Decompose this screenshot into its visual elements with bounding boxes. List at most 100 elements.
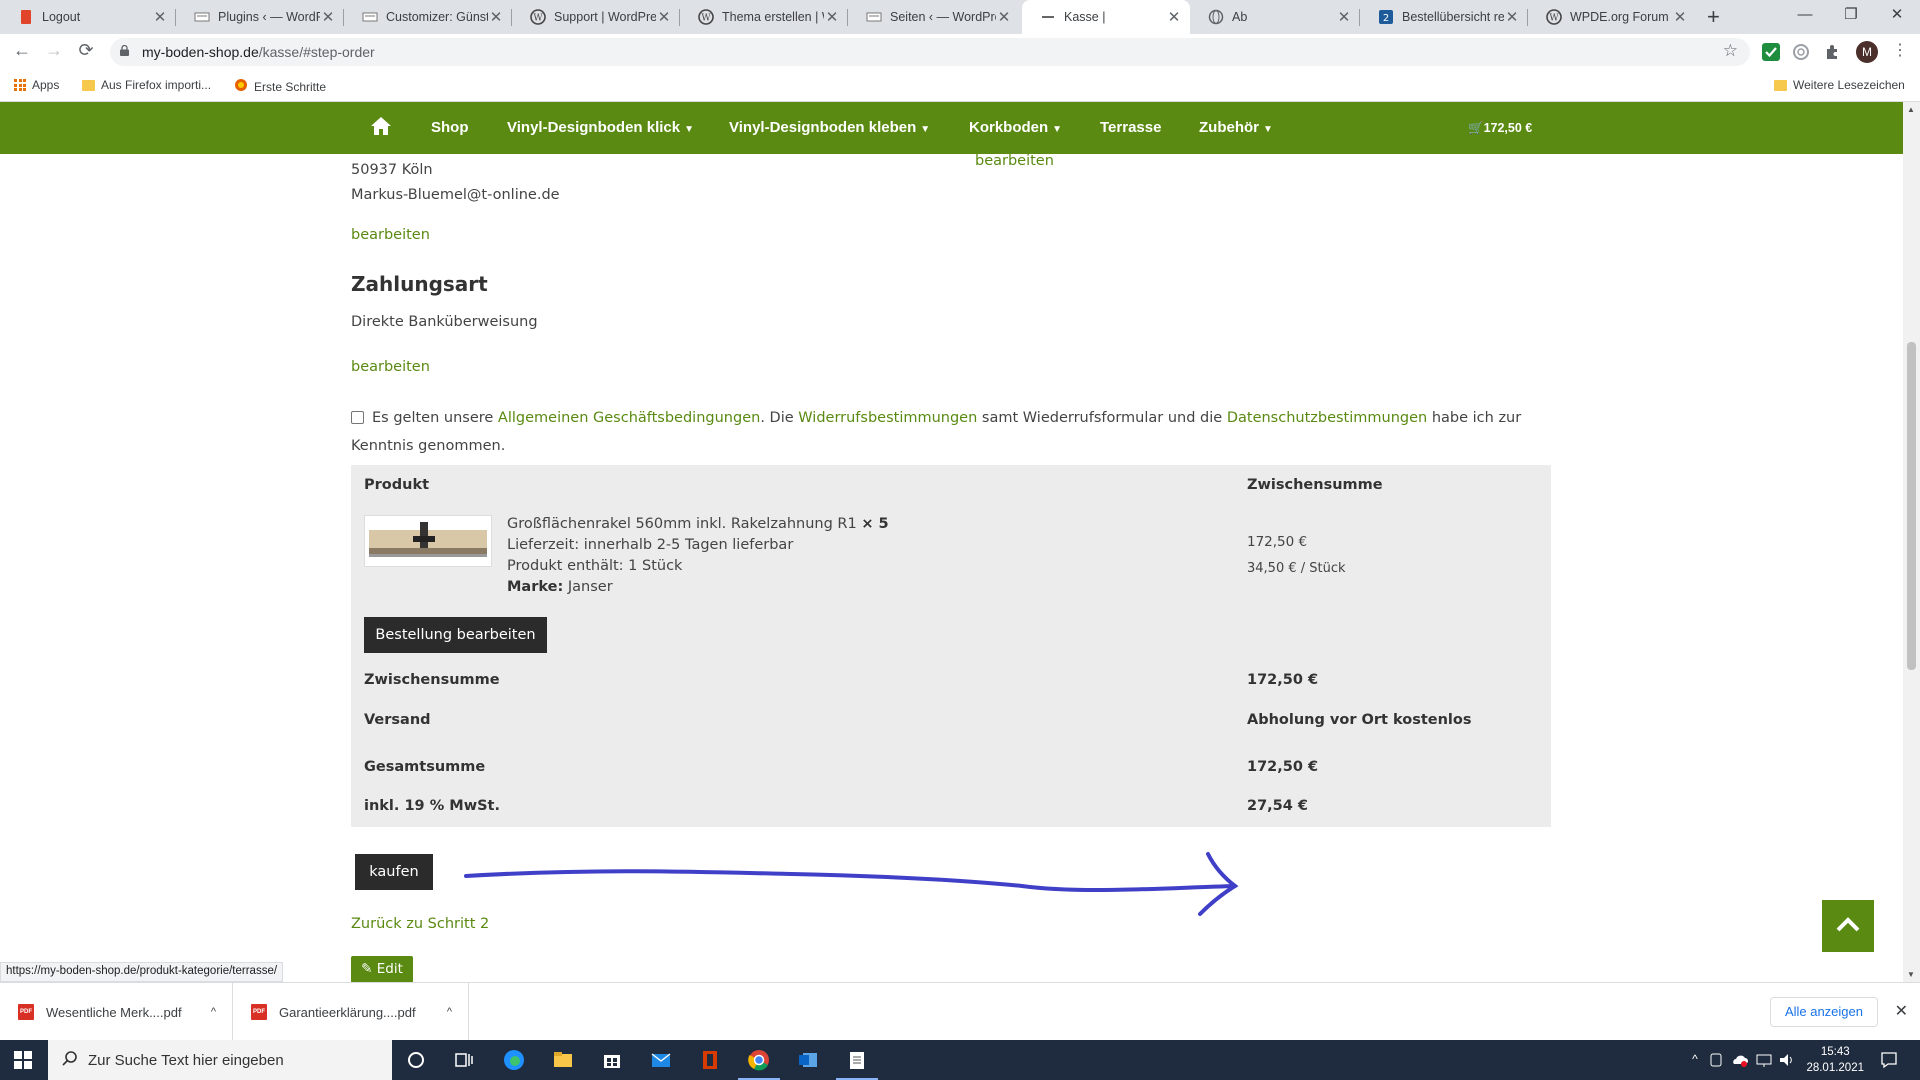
scroll-down-arrow-icon[interactable]: ▼ [1907,970,1915,979]
task-view-icon[interactable] [453,1049,475,1071]
office-icon[interactable] [699,1049,721,1071]
close-tab-icon[interactable]: ✕ [824,8,840,26]
onedrive-icon[interactable] [1730,1052,1752,1074]
nav-cart[interactable]: 🛒172,50 € [1468,121,1532,136]
scrollbar-thumb[interactable] [1907,342,1916,670]
back-button[interactable]: ← [10,40,34,61]
product-name[interactable]: Großflächenrakel 560mm inkl. Rakelzahnun… [507,516,889,532]
product-thumbnail[interactable] [364,515,492,567]
nav-vinyl-kleben[interactable]: Vinyl-Designboden kleben ▼ [729,119,930,136]
tab[interactable]: 2 Bestellübersicht rec ✕ [1360,0,1528,34]
address-bar[interactable]: my-boden-shop.de/kasse/#step-order ☆ [110,38,1750,66]
chevron-up-icon[interactable]: ^ [1684,1052,1706,1074]
extensions-puzzle-icon[interactable] [1824,43,1842,61]
chevron-up-icon[interactable]: ^ [211,1006,216,1018]
chevron-down-icon: ▼ [920,124,931,135]
bookmark-first-steps[interactable]: Erste Schritte [234,78,326,95]
tab[interactable]: W Thema erstellen | W ✕ [680,0,848,34]
shipping-label: Versand [364,712,431,728]
tab[interactable]: Plugins ‹ — WordPr ✕ [176,0,344,34]
chrome-icon[interactable] [748,1049,770,1071]
search-icon [62,1050,78,1070]
terms-consent: Es gelten unsere Allgemeinen Geschäftsbe… [351,410,1522,454]
taskbar-search[interactable]: Zur Suche Text hier eingeben [48,1040,392,1080]
address-email: Markus-Bluemel@t-online.de [351,187,560,203]
close-tab-icon[interactable]: ✕ [996,8,1012,26]
scroll-up-arrow-icon[interactable]: ▲ [1907,105,1915,114]
tab[interactable]: Logout ✕ [0,0,176,34]
wordpress-icon: W [530,9,546,25]
close-tab-icon[interactable]: ✕ [1336,8,1352,26]
buy-button[interactable]: kaufen [355,854,433,890]
svg-text:W: W [1549,14,1559,24]
tab[interactable]: Ab ✕ [1190,0,1360,34]
minimize-button[interactable]: — [1780,0,1830,34]
tab-active[interactable]: Kasse | ✕ [1022,0,1190,34]
page-scrollbar[interactable]: ▲ ▼ [1903,102,1920,982]
device-icon[interactable] [1708,1052,1730,1074]
close-tab-icon[interactable]: ✕ [1672,8,1688,26]
agb-link[interactable]: Allgemeinen Geschäftsbedingungen [498,410,760,426]
wordpress-icon: W [1546,9,1562,25]
widerruf-link[interactable]: Widerrufsbestimmungen [798,410,977,426]
tab[interactable]: Seiten ‹ — WordPre ✕ [848,0,1020,34]
nav-korkboden[interactable]: Korkboden ▼ [969,119,1062,136]
shipping-edit-link[interactable]: bearbeiten [975,153,1054,169]
close-tab-icon[interactable]: ✕ [656,8,672,26]
nav-shop[interactable]: Shop [431,119,469,136]
restore-button[interactable]: ❐ [1826,0,1876,34]
bookmark-star-icon[interactable]: ☆ [1723,41,1738,61]
nav-zubehoer[interactable]: Zubehör ▼ [1199,119,1273,136]
mail-icon[interactable] [650,1049,672,1071]
notepad-icon[interactable] [846,1049,868,1071]
close-tab-icon[interactable]: ✕ [488,8,504,26]
tab[interactable]: Customizer: Günstig ✕ [344,0,512,34]
edit-button[interactable]: ✎ Edit [351,956,413,982]
outlook-icon[interactable] [797,1049,819,1071]
extension-check-icon[interactable] [1762,43,1780,61]
close-tab-icon[interactable]: ✕ [1504,8,1520,26]
nav-vinyl-klick[interactable]: Vinyl-Designboden klick ▼ [507,119,694,136]
shipping-value: Abholung vor Ort kostenlos [1247,712,1472,728]
bookmark-other[interactable]: Weitere Lesezeichen [1774,78,1905,92]
show-all-downloads-button[interactable]: Alle anzeigen [1769,997,1878,1027]
speaker-icon[interactable] [1778,1052,1800,1074]
bookmark-firefox-import[interactable]: Aus Firefox importi... [82,78,211,92]
vat-label: inkl. 19 % MwSt. [364,798,500,814]
edge-icon[interactable] [503,1049,525,1071]
extension-circle-icon[interactable] [1792,43,1810,61]
close-downloads-icon[interactable]: ✕ [1895,1001,1908,1021]
tab[interactable]: W Support | WordPres ✕ [512,0,680,34]
close-tab-icon[interactable]: ✕ [1166,8,1182,26]
windows-start-icon[interactable] [14,1051,36,1073]
payment-edit-link[interactable]: bearbeiten [351,359,430,375]
notifications-icon[interactable] [1880,1051,1902,1073]
edit-order-button[interactable]: Bestellung bearbeiten [364,617,547,653]
unit-price: 34,50 € / Stück [1247,561,1346,576]
forward-button[interactable]: → [42,40,66,61]
address-edit-link[interactable]: bearbeiten [351,227,430,243]
system-clock[interactable]: 15:43 28.01.2021 [1806,1044,1864,1076]
home-icon[interactable] [370,116,392,140]
tab[interactable]: W WPDE.org Forum ✕ [1528,0,1696,34]
download-item[interactable]: PDF Wesentliche Merk....pdf ^ [0,983,233,1041]
cortana-icon[interactable] [405,1049,427,1071]
nav-terrasse[interactable]: Terrasse [1100,119,1161,136]
file-explorer-icon[interactable] [552,1049,574,1071]
close-window-button[interactable]: ✕ [1872,0,1920,34]
terms-checkbox[interactable] [351,411,364,424]
scroll-to-top-button[interactable] [1822,900,1874,952]
menu-kebab-icon[interactable]: ⋮ [1888,40,1912,60]
close-tab-icon[interactable]: ✕ [152,8,168,26]
close-tab-icon[interactable]: ✕ [320,8,336,26]
network-icon[interactable] [1755,1052,1777,1074]
pdf-icon: PDF [251,1004,267,1020]
reload-button[interactable]: ⟳ [74,40,98,61]
download-item[interactable]: PDF Garantieerklärung....pdf ^ [233,983,469,1041]
bookmark-apps[interactable]: Apps [14,78,59,92]
new-tab-button[interactable]: + [1707,4,1720,30]
profile-avatar[interactable]: M [1856,41,1878,63]
datenschutz-link[interactable]: Datenschutzbestimmungen [1227,410,1427,426]
chevron-up-icon[interactable]: ^ [447,1006,452,1018]
store-icon[interactable] [601,1049,623,1071]
